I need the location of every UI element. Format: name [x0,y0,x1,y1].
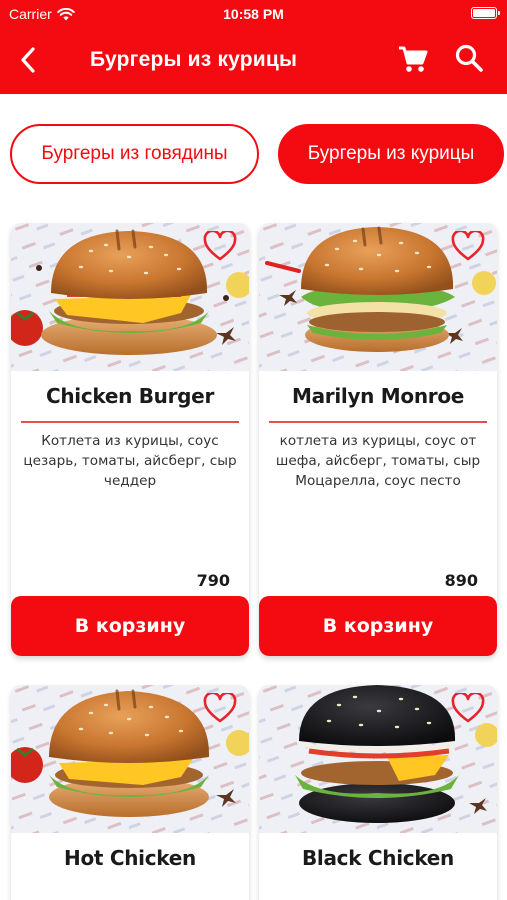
product-card[interactable]: Black Chicken [259,685,497,900]
search-icon[interactable] [453,42,485,74]
category-tabs: Бургеры из говядины Бургеры из курицы [0,94,507,214]
favorite-heart-icon[interactable] [451,231,485,261]
product-photo[interactable] [259,223,497,371]
cart-icon[interactable] [397,43,429,75]
favorite-heart-icon[interactable] [451,693,485,723]
product-name: Black Chicken [301,846,454,870]
nav-bar: Бургеры из курицы [0,28,507,94]
product-photo[interactable] [259,685,497,833]
favorite-heart-icon[interactable] [203,693,237,723]
page-title: Бургеры из курицы [90,48,298,71]
product-card[interactable]: Chicken Burger Котлета из курицы, соус ц… [11,223,249,656]
status-bar: Carrier 10:58 PM [0,0,507,28]
status-time: 10:58 PM [223,6,284,22]
product-description: Котлета из курицы, соус цезарь, томаты, … [23,433,237,489]
favorite-heart-icon[interactable] [203,231,237,261]
back-chevron-icon[interactable] [14,45,44,75]
tab-chicken-burgers[interactable]: Бургеры из курицы [278,124,504,184]
product-name: Hot Chicken [64,846,196,870]
product-photo[interactable] [11,223,249,371]
product-card[interactable]: Hot Chicken [11,685,249,900]
product-price: 890 [444,571,478,590]
product-card[interactable]: Marilyn Monroe котлета из курицы, соус о… [259,223,497,656]
product-photo[interactable] [11,685,249,833]
product-name: Chicken Burger [45,384,215,408]
product-price: 790 [196,571,230,590]
product-description: котлета из курицы, соус от шефа, айсберг… [275,433,481,489]
product-divider [21,421,239,423]
battery-icon [471,7,500,19]
add-to-cart-button[interactable]: В корзину [259,596,497,656]
product-name: Marilyn Monroe [291,384,465,408]
tab-beef-burgers[interactable]: Бургеры из говядины [10,124,259,184]
add-to-cart-button[interactable]: В корзину [11,596,249,656]
product-divider [269,421,487,423]
top-bar: Carrier 10:58 PM Бургеры из курицы [0,0,507,94]
